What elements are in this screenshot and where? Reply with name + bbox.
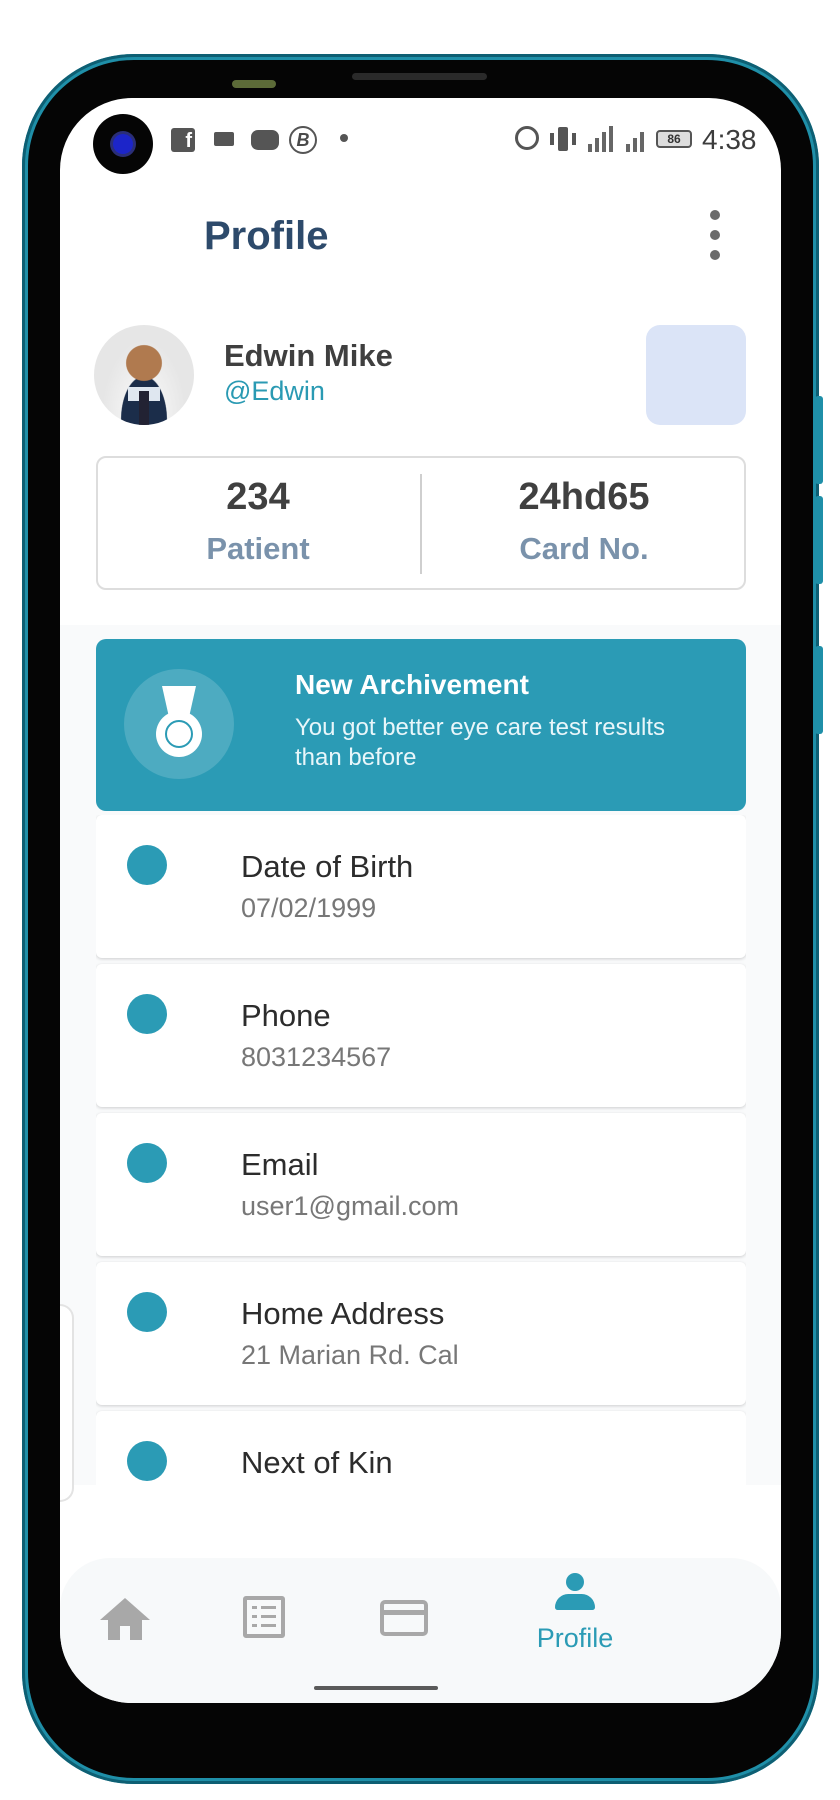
- page-title: Profile: [204, 214, 329, 258]
- nav-home[interactable]: [60, 1558, 200, 1668]
- alarm-icon: [515, 126, 539, 150]
- info-value: 8031234567: [241, 1042, 392, 1072]
- bullet-icon: [127, 994, 167, 1034]
- b-circle-icon: B: [289, 126, 317, 154]
- status-time: 4:38: [702, 124, 757, 155]
- achievement-title: New Archivement: [295, 669, 529, 700]
- proximity-sensor: [232, 80, 276, 88]
- stats-divider: [420, 474, 422, 574]
- vibrate-icon: [550, 127, 576, 151]
- stat-value: 24hd65: [518, 476, 650, 518]
- list-icon: [243, 1596, 285, 1638]
- info-item-phone[interactable]: Phone 8031234567: [96, 964, 746, 1107]
- game-controller-icon: [251, 130, 279, 150]
- info-value: 07/02/1999: [241, 893, 377, 923]
- facebook-icon: f: [171, 128, 195, 152]
- info-item-date-of-birth[interactable]: Date of Birth 07/02/1999: [96, 815, 746, 958]
- stat-label: Patient: [206, 531, 310, 566]
- volume-up-button: [815, 396, 823, 484]
- info-item-email[interactable]: Email user1@gmail.com: [96, 1113, 746, 1256]
- info-value: 21 Marian Rd. Cal: [241, 1340, 459, 1370]
- bullet-icon: [127, 1441, 167, 1481]
- nav-label-profile: Profile: [536, 1623, 614, 1653]
- stat-label: Card No.: [519, 531, 649, 566]
- dot-icon: [340, 134, 348, 142]
- nav-profile[interactable]: Profile: [537, 1573, 617, 1683]
- achievement-text: You got better eye care test results tha…: [295, 714, 665, 771]
- nav-list[interactable]: [243, 1558, 303, 1668]
- info-label: Next of Kin: [241, 1445, 393, 1480]
- avatar[interactable]: [94, 325, 194, 425]
- home-icon: [100, 1598, 150, 1642]
- nav-card[interactable]: [380, 1558, 440, 1668]
- message-icon: [214, 132, 234, 146]
- stat-card-number: 24hd65 Card No.: [424, 476, 744, 567]
- achievement-banner[interactable]: New Archivement You got better eye care …: [96, 639, 746, 811]
- stat-patient: 234 Patient: [98, 476, 418, 567]
- side-drawer-handle[interactable]: [60, 1304, 74, 1502]
- profile-action-tile[interactable]: [646, 325, 746, 425]
- card-icon: [380, 1600, 428, 1636]
- bullet-icon: [127, 1292, 167, 1332]
- battery-icon: 86: [656, 130, 692, 148]
- front-camera: [93, 114, 153, 174]
- info-label: Home Address: [241, 1296, 445, 1331]
- medal-icon: [124, 669, 234, 779]
- home-indicator[interactable]: [314, 1686, 438, 1690]
- stat-value: 234: [226, 476, 290, 518]
- info-list[interactable]: Date of Birth 07/02/1999 Phone 803123456…: [96, 815, 746, 1485]
- info-label: Email: [241, 1147, 319, 1182]
- info-label: Date of Birth: [241, 849, 414, 884]
- user-handle: @Edwin: [224, 376, 325, 406]
- earpiece-speaker: [352, 73, 487, 80]
- power-button: [815, 646, 823, 734]
- info-item-home-address[interactable]: Home Address 21 Marian Rd. Cal: [96, 1262, 746, 1405]
- more-vertical-icon[interactable]: [700, 210, 730, 262]
- user-name: Edwin Mike: [224, 338, 393, 373]
- person-icon: [555, 1573, 595, 1613]
- info-value: user1@gmail.com: [241, 1191, 459, 1221]
- bullet-icon: [127, 1143, 167, 1183]
- info-item-next-of-kin[interactable]: Next of Kin: [96, 1411, 746, 1485]
- info-label: Phone: [241, 998, 331, 1033]
- bullet-icon: [127, 845, 167, 885]
- volume-down-button: [815, 496, 823, 584]
- bottom-nav: Profile: [60, 1558, 781, 1703]
- phone-screen: f B 86 4:38 Profile Edwin Mike @Edwin 23…: [60, 98, 781, 1703]
- stats-card: 234 Patient 24hd65 Card No.: [96, 456, 746, 590]
